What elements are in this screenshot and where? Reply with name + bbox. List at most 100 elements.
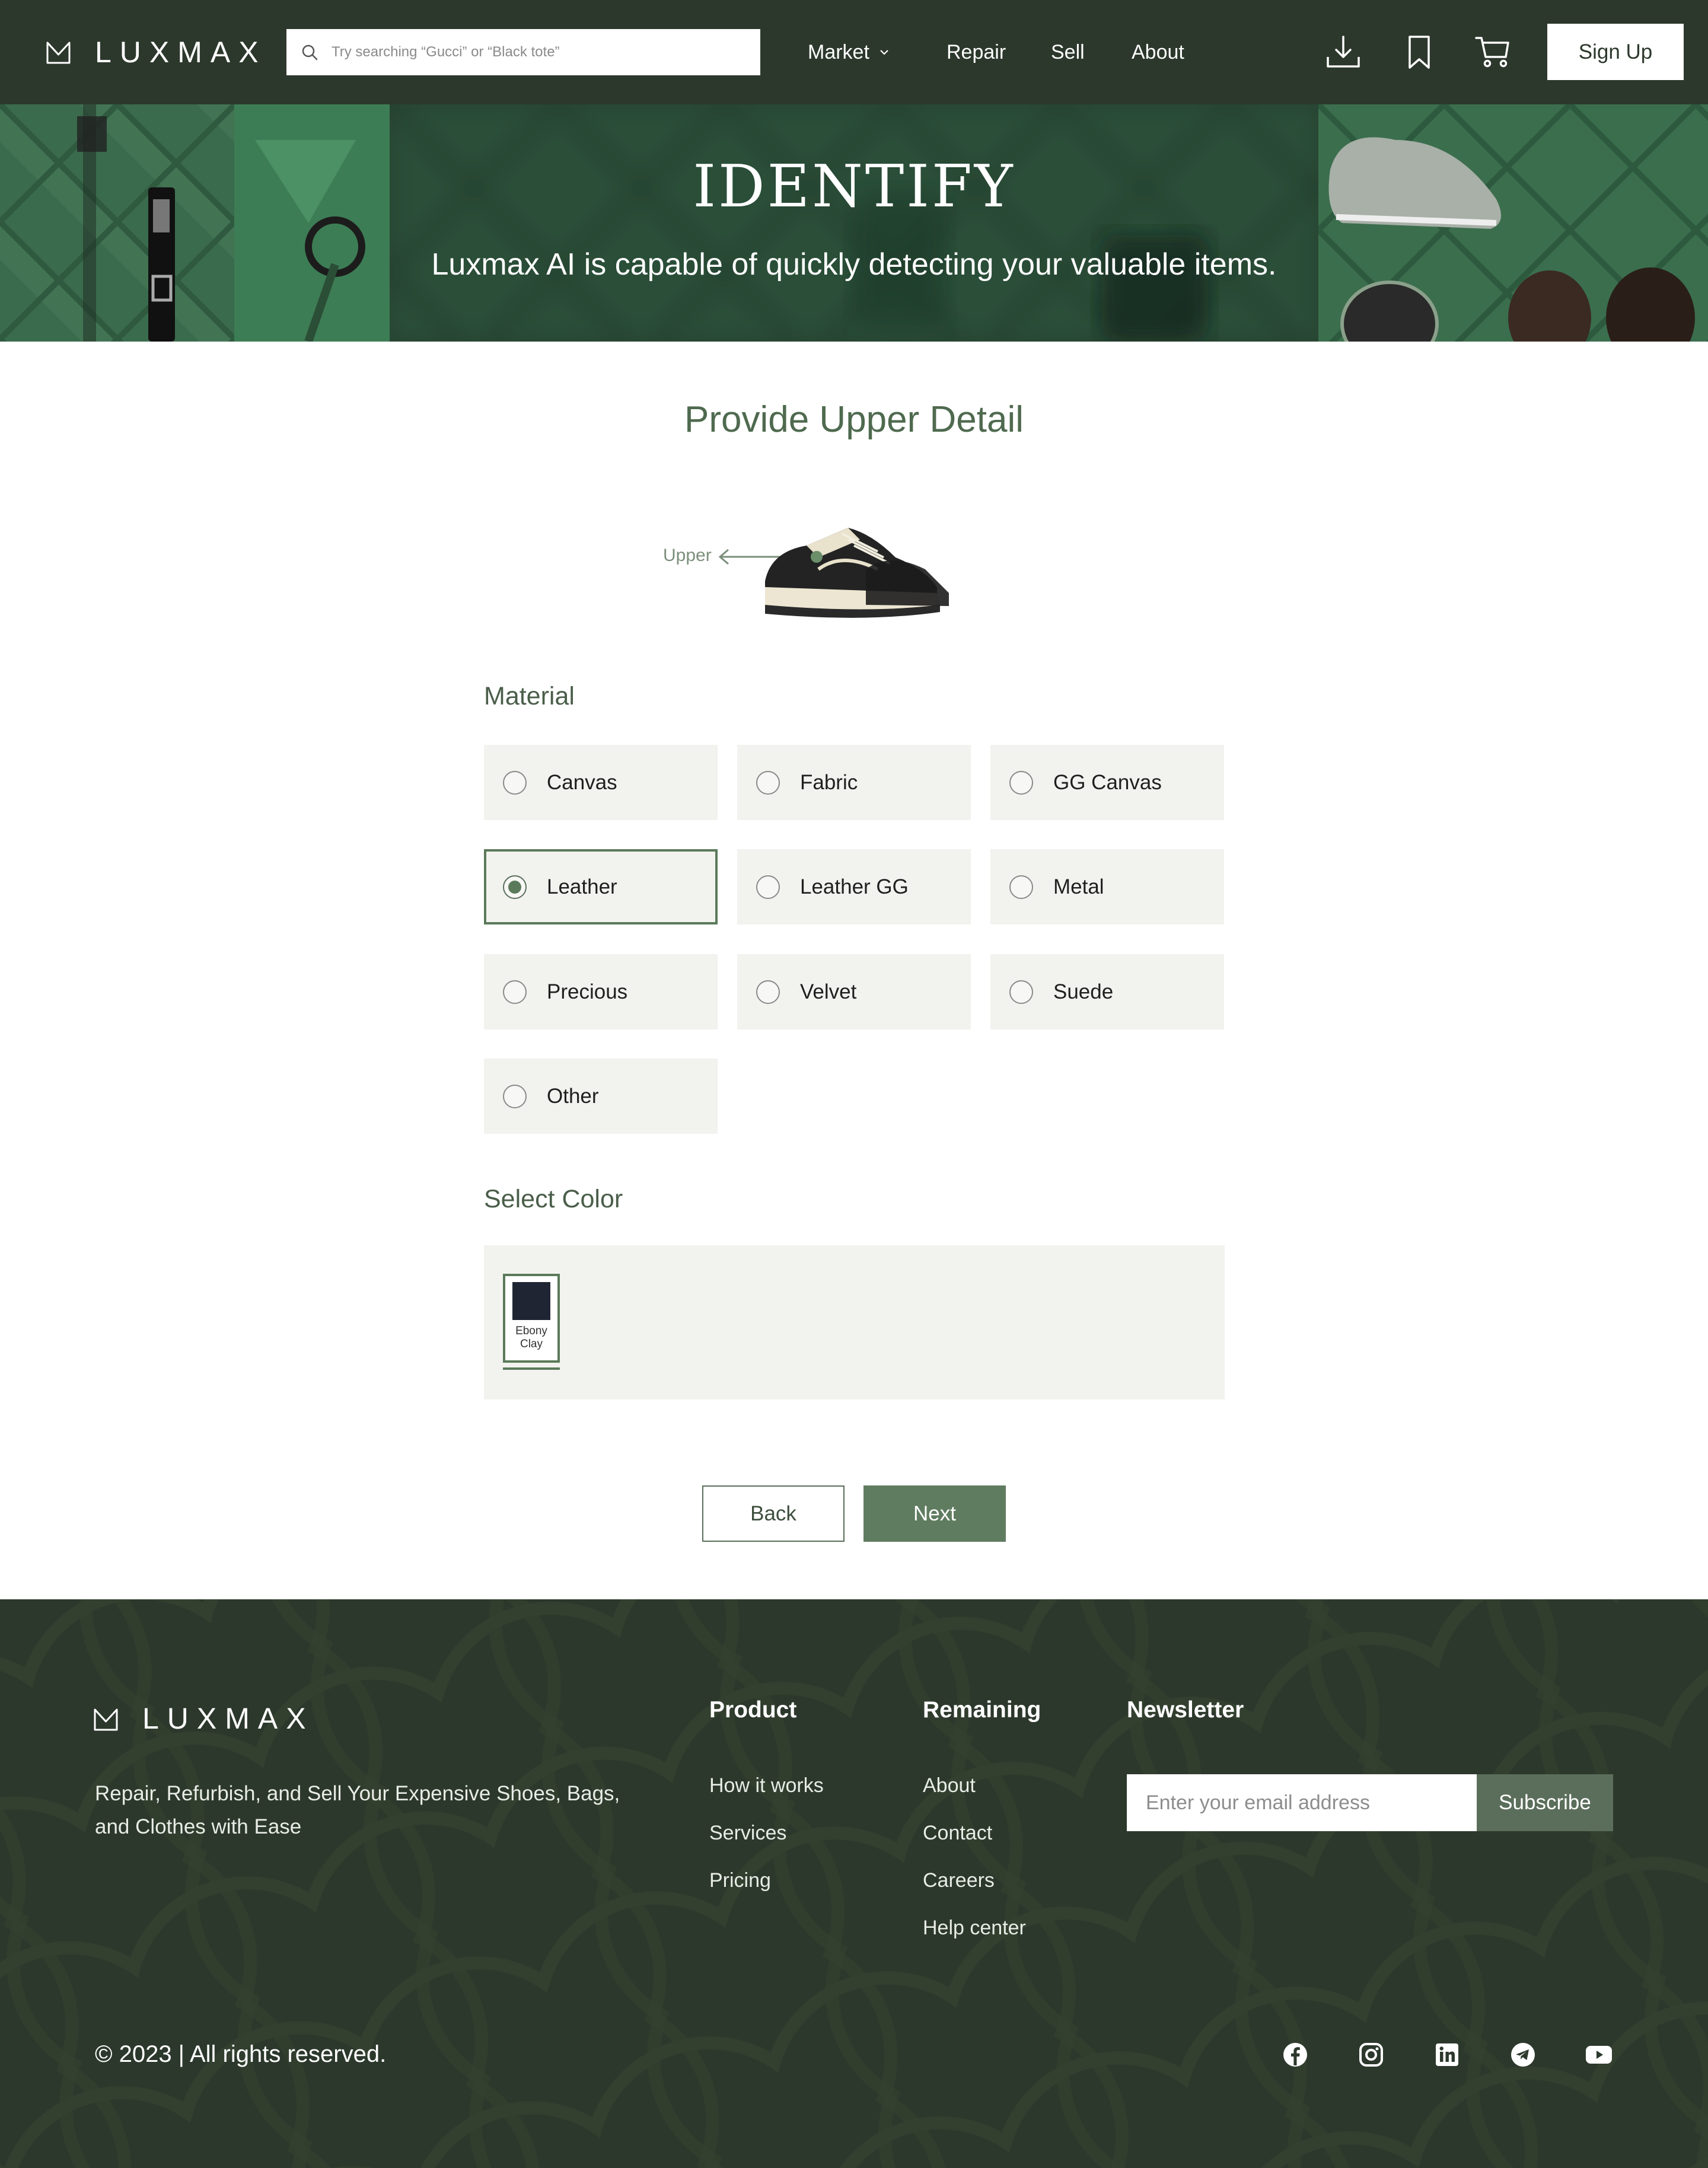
footer-remaining-heading: Remaining [923,1697,1041,1723]
radio-button[interactable] [503,980,527,1004]
selected-swatch-underline [503,1367,560,1370]
cart-icon [1475,37,1509,68]
radio-button[interactable] [1009,770,1033,795]
sign-up-button[interactable]: Sign Up [1547,24,1684,80]
bookmark-icon [1409,36,1430,69]
material-option-label: GG Canvas [1053,770,1162,794]
instagram-icon [1359,2043,1383,2067]
color-swatch-fill [512,1282,550,1320]
nav-sell[interactable]: Sell [1051,39,1085,65]
radio-button[interactable] [1009,875,1033,899]
nav-market[interactable]: Market [808,39,890,65]
hero-blurred-background [390,104,1318,342]
nav-about[interactable]: About [1132,39,1184,65]
logo-text: LUXMAX [95,35,267,69]
footer-link-how-it-works[interactable]: How it works [709,1774,824,1797]
top-nav-bar: LUXMAX Market Repair Sell About S [0,0,1708,104]
footer-link-careers[interactable]: Careers [923,1869,995,1892]
search-bar[interactable] [286,29,760,75]
facebook-link[interactable] [1279,2038,1312,2071]
material-option-fabric[interactable]: Fabric [737,745,971,820]
color-swatch-name: Ebony Clay [511,1325,552,1351]
radio-button[interactable] [756,770,780,795]
search-icon [302,44,318,60]
material-option-velvet[interactable]: Velvet [737,954,971,1029]
youtube-link[interactable] [1582,2038,1615,2071]
nav-repair[interactable]: Repair [947,39,1006,65]
radio-button-selected[interactable] [503,875,527,899]
bookmark-button[interactable] [1398,31,1441,74]
footer-logo-text: LUXMAX [142,1702,314,1735]
radio-button[interactable] [756,875,780,899]
hero-accessories-image [0,104,390,342]
footer-link-services[interactable]: Services [709,1822,786,1845]
color-name-line1: Ebony [515,1325,547,1337]
chevron-down-icon [880,50,888,55]
hero-title: IDENTIFY [693,153,1015,221]
select-color-label: Select Color [484,1185,623,1213]
footer-link-contact[interactable]: Contact [923,1822,992,1845]
footer-background-pattern [0,1599,1708,2168]
nav-repair-label: Repair [947,40,1006,63]
linkedin-link[interactable] [1430,2038,1464,2071]
instagram-link[interactable] [1355,2038,1388,2071]
material-option-leather[interactable]: Leather [484,849,718,924]
download-button[interactable] [1322,31,1365,74]
cart-button[interactable] [1471,31,1514,74]
color-picker: Ebony Clay [484,1245,1225,1399]
footer: LUXMAX Repair, Refurbish, and Sell Your … [0,1599,1708,2168]
step-title: Provide Upper Detail [684,399,1024,440]
radio-button[interactable] [503,1084,527,1108]
hero-shoes-image [1318,104,1708,342]
material-option-label: Leather [547,875,617,898]
youtube-icon [1586,2046,1612,2064]
facebook-icon [1283,2043,1307,2067]
material-option-precious[interactable]: Precious [484,954,718,1029]
footer-logo[interactable]: LUXMAX [93,1701,314,1736]
radio-button[interactable] [503,770,527,795]
color-name-line2: Clay [520,1338,543,1350]
copyright-text: © 2023 | All rights reserved. [95,2041,387,2067]
subscribe-button[interactable]: Subscribe [1477,1774,1613,1831]
telegram-link[interactable] [1506,2038,1540,2071]
radio-button[interactable] [1009,980,1033,1004]
material-option-label: Fabric [800,770,858,794]
upper-diagram: Upper [658,504,967,623]
material-option-label: Suede [1053,980,1114,1003]
logo[interactable]: LUXMAX [46,35,267,69]
footer-link-help-center[interactable]: Help center [923,1917,1026,1940]
material-option-label: Leather GG [800,875,909,898]
search-input[interactable] [332,44,747,60]
download-icon [1327,36,1360,68]
linkedin-icon [1436,2043,1458,2066]
material-option-label: Metal [1053,875,1104,898]
footer-link-about[interactable]: About [923,1774,976,1797]
logo-mark-icon [94,1708,118,1730]
newsletter-email-input[interactable] [1127,1774,1477,1831]
material-option-label: Other [547,1084,599,1108]
telegram-icon [1511,2043,1535,2067]
material-option-leather-gg[interactable]: Leather GG [737,849,971,924]
radio-button[interactable] [756,980,780,1004]
back-button[interactable]: Back [702,1485,845,1542]
nav-sell-label: Sell [1051,40,1085,63]
next-button[interactable]: Next [863,1485,1006,1542]
nav-market-label: Market [808,40,869,63]
footer-newsletter-heading: Newsletter [1127,1697,1244,1723]
material-option-suede[interactable]: Suede [990,954,1224,1029]
material-option-label: Velvet [800,980,857,1003]
material-option-gg-canvas[interactable]: GG Canvas [990,745,1224,820]
footer-tagline: Repair, Refurbish, and Sell Your Expensi… [95,1782,620,1838]
footer-link-pricing[interactable]: Pricing [709,1869,771,1892]
logo-mark-icon [46,42,71,64]
hero-subtitle: Luxmax AI is capable of quickly detectin… [431,247,1277,282]
color-swatch-ebony-clay[interactable]: Ebony Clay [503,1274,560,1363]
material-option-canvas[interactable]: Canvas [484,745,718,820]
material-option-label: Precious [547,980,628,1003]
material-option-label: Canvas [547,770,617,794]
material-option-metal[interactable]: Metal [990,849,1224,924]
material-label: Material [484,682,575,710]
material-option-other[interactable]: Other [484,1059,718,1134]
footer-product-heading: Product [709,1697,797,1723]
hero-banner: IDENTIFY Luxmax AI is capable of quickly… [0,104,1708,342]
